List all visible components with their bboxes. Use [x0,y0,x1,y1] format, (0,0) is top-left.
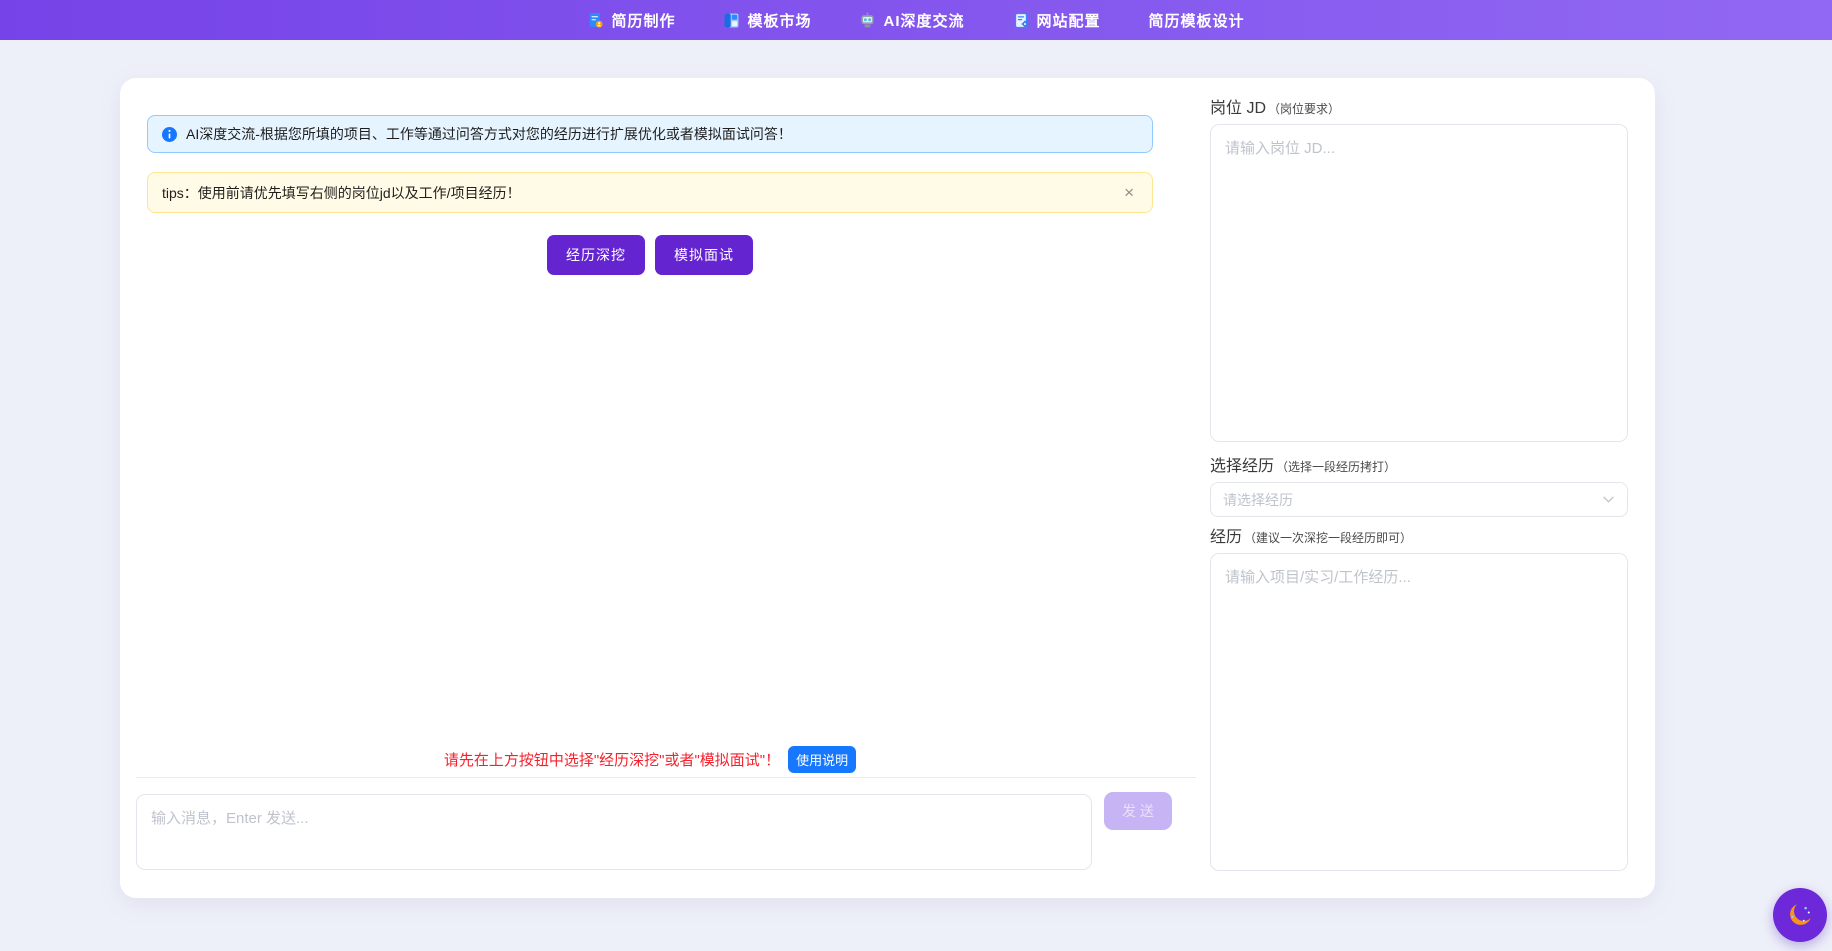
tips-alert: tips：使用前请优先填写右侧的岗位jd以及工作/项目经历！ × [147,172,1153,213]
send-button[interactable]: 发 送 [1104,792,1172,830]
chat-divider [136,777,1196,778]
message-input[interactable] [136,794,1092,870]
nav-item-site-config[interactable]: 网站配置 [1013,10,1101,31]
nav-item-template-market[interactable]: 模板市场 [723,10,811,31]
theme-toggle-button[interactable] [1773,888,1827,942]
tips-alert-text: tips：使用前请优先填写右侧的岗位jd以及工作/项目经历！ [162,183,521,203]
chevron-down-icon [1602,493,1615,506]
select-experience-label: 选择经历 （选择一段经历拷打） [1210,452,1396,476]
main-card: AI深度交流-根据您所填的项目、工作等通过问答方式对您的经历进行扩展优化或者模拟… [120,78,1655,898]
close-icon[interactable]: × [1120,182,1138,203]
page: 简历制作 模板市场 AI深度交流 网站配置 简历模板设计 [0,0,1832,951]
deep-dig-button[interactable]: 经历深挖 [547,235,645,275]
nav-item-ai-chat[interactable]: AI深度交流 [859,10,964,31]
moon-icon [1785,900,1815,930]
experience-label: 经历 （建议一次深挖一段经历即可） [1210,523,1412,547]
nav-item-label: 简历制作 [611,10,675,31]
hint-text: 请先在上方按钮中选择"经历深挖"或者"模拟面试"！ [444,749,780,770]
experience-select[interactable]: 请选择经历 [1210,482,1628,517]
nav-item-template-design[interactable]: 简历模板设计 [1149,10,1245,31]
template-icon [723,12,740,29]
robot-icon [859,12,876,29]
sidebar: 岗位 JD （岗位要求） 选择经历 （选择一段经历拷打） 请选择经历 经历 （建… [1210,78,1628,898]
top-navbar: 简历制作 模板市场 AI深度交流 网站配置 简历模板设计 [0,0,1832,40]
jd-textarea[interactable] [1210,124,1628,442]
jd-label: 岗位 JD （岗位要求） [1210,94,1340,118]
nav-item-label: 简历模板设计 [1149,10,1245,31]
info-alert: AI深度交流-根据您所填的项目、工作等通过问答方式对您的经历进行扩展优化或者模拟… [147,115,1153,153]
info-icon [162,127,177,142]
nav-item-label: AI深度交流 [883,10,964,31]
site-config-icon [1013,12,1030,29]
nav-item-resume-builder[interactable]: 简历制作 [587,10,675,31]
experience-textarea[interactable] [1210,553,1628,871]
nav-item-label: 模板市场 [747,10,811,31]
hint-row: 请先在上方按钮中选择"经历深挖"或者"模拟面试"！ 使用说明 [147,746,1153,773]
mock-interview-button[interactable]: 模拟面试 [655,235,753,275]
nav-item-label: 网站配置 [1037,10,1101,31]
usage-guide-button[interactable]: 使用说明 [788,746,856,773]
info-alert-text: AI深度交流-根据您所填的项目、工作等通过问答方式对您的经历进行扩展优化或者模拟… [186,124,792,144]
resume-icon [587,12,604,29]
action-button-row: 经历深挖 模拟面试 [147,235,1153,275]
